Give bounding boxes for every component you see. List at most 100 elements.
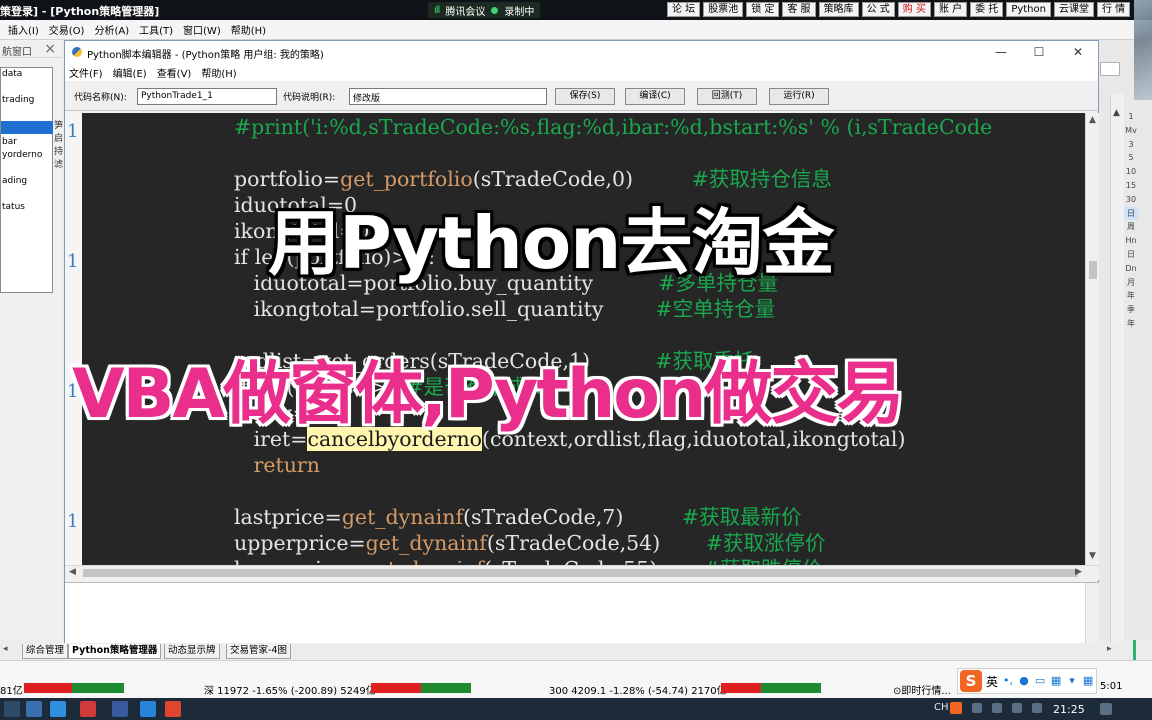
period-item[interactable]: Hn [1124,234,1138,248]
right-scrollbar[interactable]: ▲ [1110,94,1124,654]
toolbar-button[interactable]: 委 托 [970,2,1004,17]
taskbar-app-icon[interactable] [112,701,128,717]
scroll-thumb[interactable] [83,569,1078,577]
menu-item[interactable]: 分析(A) [94,22,129,37]
period-item[interactable]: 年 [1124,289,1138,303]
notification-icon[interactable] [1100,703,1112,715]
bottom-tab[interactable]: 综合管理 [22,644,69,659]
tray-language[interactable]: CH [934,702,949,713]
keyboard-icon[interactable]: ▭ [1034,675,1046,687]
code-desc-input[interactable]: 修改版 [349,88,547,105]
code-name-input[interactable]: PythonTrade1_1 [137,88,277,105]
run-button[interactable]: 运行(R) [769,88,829,105]
editor-menu-item[interactable]: 文件(F) [69,65,103,80]
nav-tree-item[interactable]: bar [1,136,53,149]
tray-sogou-icon[interactable] [950,702,962,714]
meeting-indicator[interactable]: ıll 腾讯会议 录制中 [428,2,541,18]
menu-item[interactable]: 插入(I) [8,22,39,37]
minimize-icon[interactable]: — [983,41,1019,63]
taskbar-app-icon[interactable] [165,701,181,717]
period-item[interactable]: 周 [1124,220,1138,234]
scroll-down-icon[interactable]: ▼ [1089,551,1096,561]
editor-menu-item[interactable]: 帮助(H) [201,65,236,80]
output-pane[interactable] [65,582,1099,645]
sogou-icon[interactable]: S [960,670,982,692]
toolbar-button[interactable]: 行 情 [1096,2,1131,17]
ime-language[interactable]: 英 [986,673,998,690]
toolbar-button[interactable]: 策略库 [818,2,859,17]
start-icon[interactable] [4,701,20,717]
compile-button[interactable]: 编译(C) [625,88,685,105]
editor-menu-item[interactable]: 编辑(E) [113,65,147,80]
period-item[interactable]: Mv [1124,124,1138,138]
period-item[interactable]: 年 [1124,317,1138,331]
taskbar-app-icon[interactable] [140,701,156,717]
code-horizontal-scrollbar[interactable]: ◀ ▶ [65,565,1099,580]
toolbar-button[interactable]: 公 式 [861,2,895,17]
scroll-left-icon[interactable]: ◀ [69,567,76,577]
nav-tree-item[interactable]: trading [1,94,53,107]
nav-tree-item[interactable]: data [1,68,53,81]
close-icon[interactable]: × [44,41,56,57]
period-item[interactable]: 月 [1124,276,1138,290]
period-item[interactable]: 季 [1124,303,1138,317]
taskbar-app-icon[interactable] [50,701,66,717]
scroll-thumb[interactable] [1089,261,1097,279]
tray-icon[interactable] [992,703,1002,713]
scroll-right-icon[interactable]: ▶ [1075,567,1082,577]
toolbar-button[interactable]: 论 坛 [667,2,701,17]
microphone-icon[interactable]: ● [1018,675,1030,687]
nav-tree-item[interactable]: yorderno [1,149,53,162]
backtest-button[interactable]: 回测(T) [697,88,757,105]
period-item[interactable]: 5 [1124,151,1138,165]
shenzhen-index[interactable]: 深 11972 -1.65% (-200.89) 5249亿 [204,682,376,697]
toolbar-button[interactable]: Python [1006,2,1051,17]
menu-item[interactable]: 工具(T) [139,22,173,37]
grid-icon[interactable]: ▦ [1050,675,1062,687]
tab-scroll-left-icon[interactable]: ◂ [3,644,8,654]
period-item[interactable]: Dn [1124,262,1138,276]
menu-item[interactable]: 帮助(H) [231,22,266,37]
period-item[interactable]: 1 [1124,110,1138,124]
bottom-tab[interactable]: 动态显示牌 [164,644,220,659]
period-item[interactable]: 10 [1124,165,1138,179]
menu-item[interactable]: 交易(O) [49,22,85,37]
toolbar-button[interactable]: 账 户 [933,2,968,17]
period-item[interactable]: 30 [1124,193,1138,207]
menu-item[interactable]: 窗口(W) [183,22,221,37]
tray-icon[interactable] [1012,703,1022,713]
nav-tree-item[interactable]: tatus [1,201,53,214]
csi300-index[interactable]: 300 4209.1 -1.28% (-54.74) 2170亿 [549,682,727,697]
instant-quote-link[interactable]: ⊙即时行情... [893,682,951,697]
editor-menu-item[interactable]: 查看(V) [157,65,192,80]
bottom-tab[interactable]: 交易管家-4图 [226,644,291,659]
toolbar-button[interactable]: 锁 定 [746,2,780,17]
save-button[interactable]: 保存(S) [555,88,615,105]
code-vertical-scrollbar[interactable]: ▲ ▼ [1085,113,1099,565]
period-item[interactable]: 日 [1124,248,1138,262]
toolbar-button[interactable]: 客 服 [782,2,816,17]
close-icon[interactable]: ✕ [1060,41,1096,63]
scroll-up-icon[interactable]: ▲ [1089,115,1096,125]
volume-icon[interactable] [1032,703,1042,713]
toolbar-button[interactable]: 购 买 [897,2,931,17]
toolbox-icon[interactable]: ▦ [1082,675,1094,687]
right-search-input[interactable] [1100,62,1120,76]
period-item[interactable]: 日 [1124,206,1138,221]
output-scrollbar[interactable] [1085,583,1099,645]
bottom-tab[interactable]: Python策略管理器 [68,644,162,659]
tray-icon[interactable] [972,703,982,713]
toolbar-button[interactable]: 股票池 [703,2,744,17]
punctuation-icon[interactable]: •, [1002,675,1014,687]
taskbar-app-icon[interactable] [26,701,42,717]
maximize-icon[interactable]: ☐ [1021,41,1057,63]
tab-scroll-right-icon[interactable]: ▸ [1107,644,1112,654]
nav-tree-item[interactable] [1,121,53,134]
skin-icon[interactable]: ▾ [1066,675,1078,687]
ime-toolbar[interactable]: S 英 •, ● ▭ ▦ ▾ ▦ [957,668,1097,694]
taskbar-app-icon[interactable] [80,701,96,717]
period-item[interactable]: 15 [1124,179,1138,193]
toolbar-button[interactable]: 云课堂 [1053,2,1094,17]
period-item[interactable]: 3 [1124,138,1138,152]
nav-tree-item[interactable]: ading [1,175,53,188]
